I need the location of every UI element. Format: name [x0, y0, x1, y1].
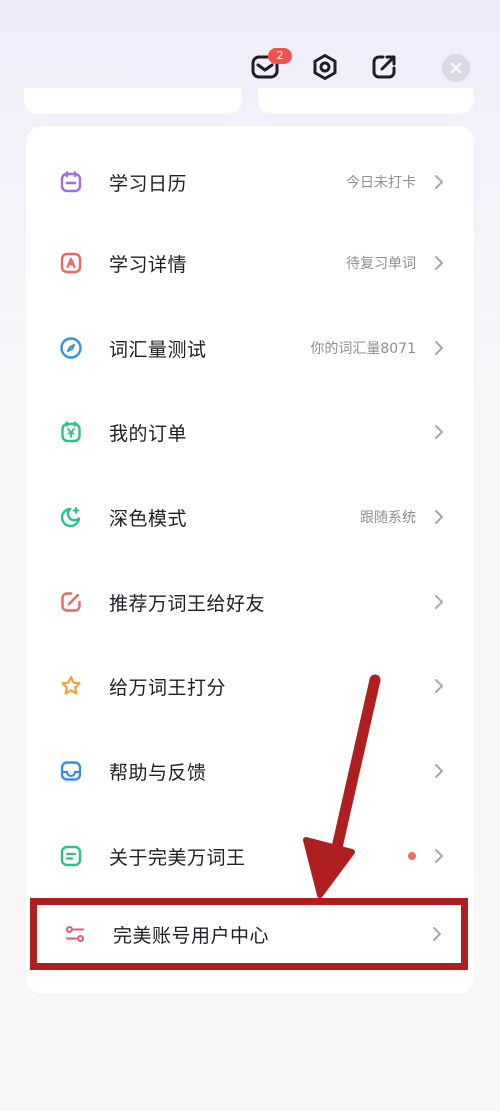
- chevron-right-icon: [432, 676, 446, 696]
- menu-item-label: 帮助与反馈: [109, 761, 207, 784]
- menu-item-study-calendar[interactable]: 学习日历 今日未打卡: [26, 140, 474, 224]
- menu-item-value: 今日未打卡: [346, 175, 416, 191]
- menu-item-label: 推荐万词王给好友: [109, 592, 266, 615]
- menu-item-label: 词汇量测试: [109, 338, 207, 361]
- menu-item-dark-mode[interactable]: 深色模式 跟随系统: [26, 475, 474, 559]
- menu-item-study-details[interactable]: 学习详情 待复习单词: [26, 221, 474, 305]
- close-icon: [450, 59, 462, 78]
- calendar-icon: [58, 169, 84, 195]
- menu-card: 学习日历 今日未打卡 学习详情 待复习单词 词汇量测试 你的词汇量8071 我的…: [26, 126, 474, 994]
- moon-icon: [58, 504, 84, 530]
- menu-item-value: 你的词汇量8071: [310, 341, 416, 357]
- menu-item-about[interactable]: 关于完美万词王: [26, 814, 474, 898]
- about-icon: [58, 843, 84, 869]
- recommend-icon: [58, 589, 84, 615]
- menu-item-help-feedback[interactable]: 帮助与反馈: [26, 729, 474, 813]
- share-icon[interactable]: [367, 50, 401, 84]
- menu-item-label: 关于完美万词王: [109, 846, 246, 869]
- chevron-right-icon: [432, 253, 446, 273]
- new-dot-badge: [408, 852, 416, 860]
- chevron-right-icon: [432, 422, 446, 442]
- star-icon: [58, 673, 84, 699]
- chevron-right-icon: [432, 172, 446, 192]
- top-card-left[interactable]: [24, 88, 242, 114]
- menu-item-value: 跟随系统: [360, 510, 416, 526]
- settings-icon[interactable]: [308, 50, 342, 84]
- menu-item-recommend[interactable]: 推荐万词王给好友: [26, 560, 474, 644]
- study-detail-icon: [58, 250, 84, 276]
- menu-item-rate-app[interactable]: 给万词王打分: [26, 644, 474, 728]
- menu-item-label: 深色模式: [109, 507, 188, 530]
- chevron-right-icon: [432, 761, 446, 781]
- menu-item-label: 学习详情: [109, 253, 188, 276]
- help-icon: [58, 758, 84, 784]
- chevron-right-icon: [432, 592, 446, 612]
- compass-icon: [58, 335, 84, 361]
- menu-item-label: 给万词王打分: [109, 676, 227, 699]
- menu-item-my-orders[interactable]: 我的订单: [26, 390, 474, 474]
- close-button[interactable]: [442, 54, 470, 82]
- menu-item-label: 我的订单: [109, 422, 188, 445]
- menu-item-vocab-test[interactable]: 词汇量测试 你的词汇量8071: [26, 306, 474, 390]
- menu-item-label: 学习日历: [109, 172, 188, 195]
- menu-item-value: 待复习单词: [346, 256, 416, 272]
- order-icon: [58, 419, 84, 445]
- chevron-right-icon: [432, 846, 446, 866]
- chevron-right-icon: [432, 338, 446, 358]
- chevron-right-icon: [432, 507, 446, 527]
- top-card-right[interactable]: [258, 88, 474, 114]
- annotation-highlight-box: [30, 898, 468, 970]
- mail-badge: 2: [268, 48, 292, 64]
